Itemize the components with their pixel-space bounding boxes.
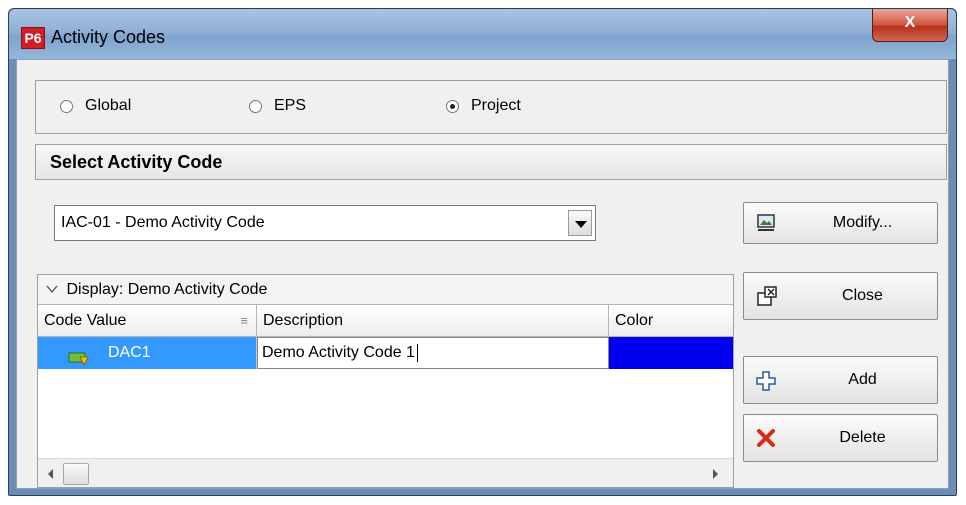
modify-button[interactable]: Modify... (743, 202, 938, 244)
activity-code-select-value: IAC-01 - Demo Activity Code (61, 214, 265, 231)
code-value-icon (68, 346, 90, 378)
activity-codes-window: P6 Activity Codes X Global EPS Project S… (8, 8, 957, 496)
radio-project[interactable]: Project (446, 97, 521, 115)
scroll-thumb[interactable] (63, 463, 89, 485)
close-button-label: Close (842, 287, 883, 304)
column-header-color-label: Color (615, 312, 654, 329)
radio-global[interactable]: Global (60, 97, 131, 115)
radio-global-button[interactable] (60, 99, 73, 113)
activity-code-select[interactable]: IAC-01 - Demo Activity Code (54, 205, 596, 241)
cell-color-swatch[interactable] (609, 337, 733, 369)
description-value: Demo Activity Code 1 (262, 344, 415, 361)
cell-code-value[interactable]: DAC1 (38, 337, 257, 369)
grid-caption-text: Display: Demo Activity Code (66, 281, 268, 298)
horizontal-scrollbar[interactable] (38, 458, 733, 487)
select-activity-code-header: Select Activity Code (35, 144, 947, 180)
add-button[interactable]: Add (743, 356, 938, 404)
radio-project-button[interactable] (446, 99, 459, 113)
column-header-code-value[interactable]: Code Value ≡ (38, 305, 257, 337)
text-caret (416, 343, 418, 362)
scroll-right-arrow-icon[interactable] (713, 469, 718, 479)
scope-radio-group: Global EPS Project (35, 80, 947, 134)
radio-eps-button[interactable] (249, 99, 262, 113)
modify-button-label: Modify... (832, 214, 893, 231)
column-header-color[interactable]: Color (609, 305, 733, 337)
add-button-label: Add (848, 371, 877, 388)
description-edit-input[interactable]: Demo Activity Code 1 (257, 337, 609, 369)
radio-eps[interactable]: EPS (249, 97, 306, 115)
dialog-client-area: Global EPS Project Select Activity Code … (16, 59, 949, 489)
radio-global-label: Global (85, 97, 132, 114)
scroll-left-arrow-icon[interactable] (48, 469, 53, 479)
column-header-description-label: Description (263, 312, 344, 329)
radio-eps-label: EPS (274, 97, 307, 114)
column-header-description[interactable]: Description (257, 305, 609, 337)
delete-button[interactable]: Delete (743, 414, 938, 462)
title-bar[interactable]: P6 Activity Codes X (9, 9, 956, 59)
grid-caption[interactable]: Display: Demo Activity Code (38, 275, 733, 305)
chevron-down-icon[interactable] (46, 275, 58, 293)
code-value-text: DAC1 (108, 344, 151, 361)
window-close-button[interactable]: X (872, 9, 948, 42)
delete-button-label: Delete (839, 429, 886, 446)
p6-logo: P6 (21, 27, 45, 49)
sort-icon[interactable]: ≡ (240, 305, 248, 337)
activity-code-values-grid: Display: Demo Activity Code Code Value ≡… (37, 274, 734, 488)
radio-project-label: Project (471, 97, 521, 114)
column-header-code-value-label: Code Value (44, 312, 127, 329)
close-button[interactable]: Close (743, 272, 938, 320)
window-title: Activity Codes (51, 27, 166, 47)
dropdown-arrow-icon[interactable] (568, 210, 592, 236)
table-row[interactable]: DAC1 Demo Activity Code 1 (38, 337, 733, 369)
